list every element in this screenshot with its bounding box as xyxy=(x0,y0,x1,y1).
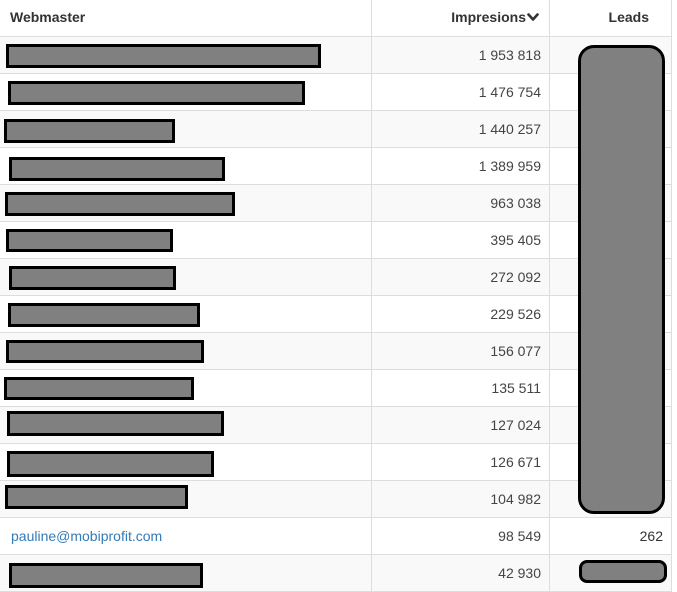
cell-webmaster xyxy=(0,185,371,221)
table-row: 1 476 754 xyxy=(0,74,671,111)
cell-webmaster xyxy=(0,555,371,591)
table-body: 1 953 818 1 476 754 1 440 257 1 389 959 963 … xyxy=(0,37,671,592)
cell-webmaster xyxy=(0,259,371,295)
webmaster-redaction xyxy=(9,157,225,181)
cell-impressions: 395 405 xyxy=(371,222,549,258)
leads-redaction xyxy=(578,45,665,514)
webmaster-redaction xyxy=(7,411,224,436)
column-header-impressions[interactable]: Impresions xyxy=(371,0,549,36)
table-row: 395 405 xyxy=(0,222,671,259)
cell-webmaster: pauline@mobiprofit.com xyxy=(0,518,371,554)
webmaster-redaction xyxy=(6,44,321,68)
cell-impressions: 42 930 xyxy=(371,555,549,591)
cell-webmaster xyxy=(0,296,371,332)
table-row: 1 389 959 xyxy=(0,148,671,185)
webmaster-stats-table: Webmaster Impresions Leads 1 953 818 1 47… xyxy=(0,0,672,592)
chevron-down-icon xyxy=(527,0,539,34)
cell-webmaster xyxy=(0,370,371,406)
table-row: 135 511 xyxy=(0,370,671,407)
table-header: Webmaster Impresions Leads xyxy=(0,0,671,38)
webmaster-link[interactable]: pauline@mobiprofit.com xyxy=(11,518,162,554)
cell-impressions: 272 092 xyxy=(371,259,549,295)
table-row: 156 077 xyxy=(0,333,671,370)
column-header-webmaster[interactable]: Webmaster xyxy=(0,0,371,36)
webmaster-redaction xyxy=(4,377,194,400)
webmaster-redaction xyxy=(8,303,200,327)
column-header-leads[interactable]: Leads xyxy=(549,0,671,36)
webmaster-redaction xyxy=(4,119,175,143)
leads-redaction xyxy=(579,560,667,583)
table-row: 1 440 257 xyxy=(0,111,671,148)
cell-impressions: 1 476 754 xyxy=(371,74,549,110)
webmaster-redaction xyxy=(7,451,214,477)
cell-impressions: 1 953 818 xyxy=(371,37,549,73)
cell-leads: 262 xyxy=(549,518,671,554)
cell-webmaster xyxy=(0,37,371,73)
cell-impressions: 127 024 xyxy=(371,407,549,443)
cell-webmaster xyxy=(0,333,371,369)
cell-webmaster xyxy=(0,148,371,184)
table-row: pauline@mobiprofit.com 98 549 262 xyxy=(0,518,671,555)
cell-webmaster xyxy=(0,407,371,443)
cell-webmaster xyxy=(0,444,371,480)
column-header-impressions-label: Impresions xyxy=(451,9,526,25)
table-row: 963 038 xyxy=(0,185,671,222)
cell-impressions: 963 038 xyxy=(371,185,549,221)
webmaster-redaction xyxy=(5,485,188,509)
table-row: 104 982 xyxy=(0,481,671,518)
table-row: 229 526 xyxy=(0,296,671,333)
webmaster-redaction xyxy=(6,229,173,252)
cell-impressions: 126 671 xyxy=(371,444,549,480)
cell-impressions: 1 440 257 xyxy=(371,111,549,147)
webmaster-redaction xyxy=(9,266,176,290)
cell-impressions: 156 077 xyxy=(371,333,549,369)
cell-webmaster xyxy=(0,222,371,258)
cell-impressions: 229 526 xyxy=(371,296,549,332)
webmaster-redaction xyxy=(9,563,203,588)
cell-webmaster xyxy=(0,481,371,517)
table-row: 42 930 xyxy=(0,555,671,592)
cell-webmaster xyxy=(0,74,371,110)
table-row: 1 953 818 xyxy=(0,37,671,74)
table-row: 127 024 xyxy=(0,407,671,444)
cell-impressions: 135 511 xyxy=(371,370,549,406)
webmaster-redaction xyxy=(8,81,305,105)
cell-impressions: 98 549 xyxy=(371,518,549,554)
cell-webmaster xyxy=(0,111,371,147)
cell-impressions: 104 982 xyxy=(371,481,549,517)
table-row: 272 092 xyxy=(0,259,671,296)
table-row: 126 671 xyxy=(0,444,671,481)
cell-impressions: 1 389 959 xyxy=(371,148,549,184)
webmaster-redaction xyxy=(5,192,235,216)
webmaster-redaction xyxy=(6,340,204,363)
